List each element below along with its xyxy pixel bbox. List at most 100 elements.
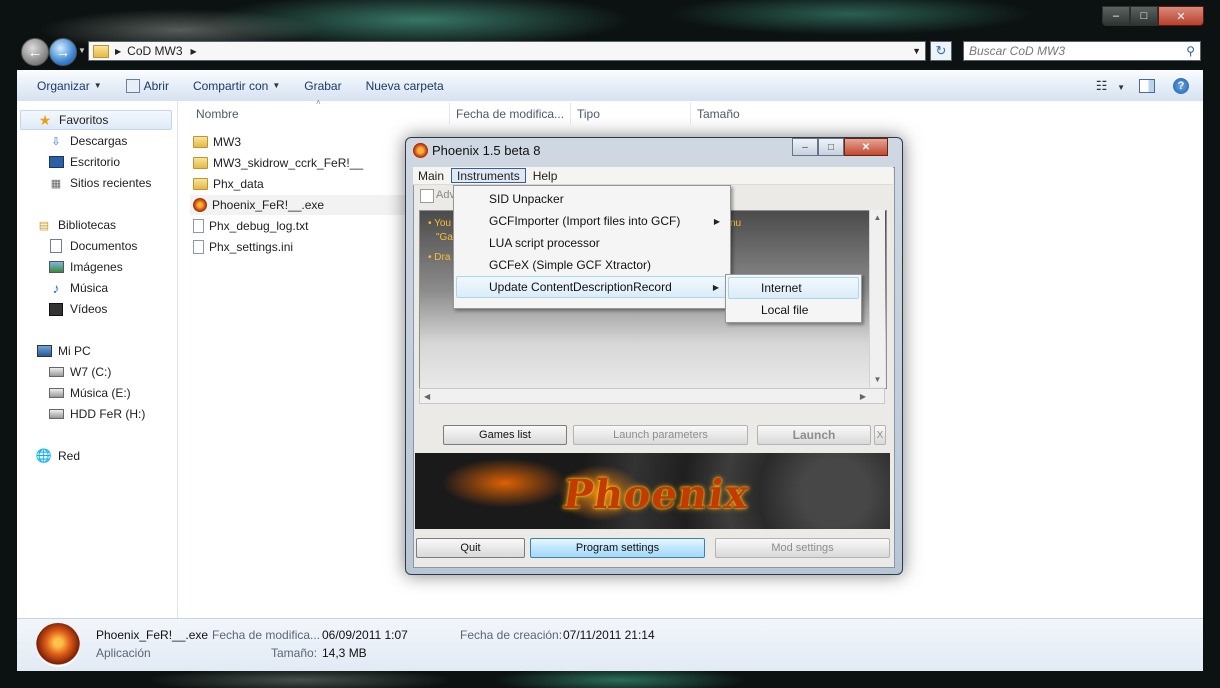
share-button[interactable]: Compartir con ▼ bbox=[181, 79, 292, 93]
column-divider[interactable] bbox=[449, 103, 450, 124]
scroll-left-icon[interactable]: ◀ bbox=[424, 392, 430, 401]
nav-videos[interactable]: Vídeos bbox=[48, 299, 107, 319]
nav-desktop[interactable]: Escritorio bbox=[48, 152, 120, 172]
star-icon: ★ bbox=[38, 111, 52, 128]
details-type: Aplicación bbox=[96, 646, 151, 660]
burn-button[interactable]: Grabar bbox=[292, 79, 353, 93]
view-options-icon[interactable]: ☷ ▼ bbox=[1096, 78, 1125, 94]
back-button[interactable]: ← bbox=[21, 38, 49, 66]
nav-network-label: Red bbox=[58, 449, 81, 463]
advanced-checkbox[interactable] bbox=[420, 189, 434, 203]
nav-recent-label: Sitios recientes bbox=[70, 176, 152, 190]
address-dropdown-icon[interactable]: ▼ bbox=[912, 46, 921, 56]
breadcrumb-current[interactable]: CoD MW3 bbox=[127, 44, 182, 58]
menu-main[interactable]: Main bbox=[413, 168, 449, 183]
column-header-size[interactable]: Tamaño bbox=[697, 103, 797, 124]
search-icon[interactable]: ⚲ bbox=[1186, 44, 1195, 58]
file-row[interactable]: Phx_data bbox=[193, 174, 264, 194]
mod-settings-button[interactable]: Mod settings bbox=[715, 538, 890, 558]
phoenix-menubar: Main Instruments Help bbox=[413, 167, 893, 185]
menu-item-lua-processor[interactable]: LUA script processor bbox=[456, 232, 728, 254]
log-horizontal-scrollbar[interactable]: ◀ ▶ bbox=[419, 388, 885, 404]
music-note-icon: ♪ bbox=[52, 280, 60, 296]
phoenix-close-button[interactable]: ✕ bbox=[844, 138, 888, 156]
menu-item-sid-unpacker[interactable]: SID Unpacker bbox=[456, 188, 728, 210]
column-header-modified[interactable]: Fecha de modifica... bbox=[456, 103, 568, 124]
column-divider[interactable] bbox=[690, 103, 691, 124]
launch-parameters-button[interactable]: Launch parameters bbox=[573, 425, 748, 445]
close-button[interactable]: ✕ bbox=[1158, 6, 1204, 26]
nav-drive-c[interactable]: W7 (C:) bbox=[48, 362, 111, 382]
submenu-arrow-icon: ▶ bbox=[712, 282, 719, 292]
details-filename: Phoenix_FeR!__.exe bbox=[96, 628, 209, 642]
nav-network[interactable]: 🌐 Red bbox=[36, 446, 80, 466]
nav-downloads[interactable]: ⇩ Descargas bbox=[48, 131, 127, 151]
nav-drive-e[interactable]: Música (E:) bbox=[48, 383, 131, 403]
menu-item-gcfimporter[interactable]: GCFImporter (Import files into GCF) ▶ bbox=[456, 210, 728, 232]
breadcrumb-separator-icon: ▶ bbox=[115, 46, 122, 56]
scroll-up-icon[interactable]: ▲ bbox=[874, 213, 882, 222]
folder-icon bbox=[93, 44, 109, 58]
column-header-type[interactable]: Tipo bbox=[577, 103, 687, 124]
recent-pages-chevron-icon[interactable]: ▼ bbox=[78, 46, 86, 55]
file-row[interactable]: MW3 bbox=[193, 132, 241, 152]
file-row-selected[interactable]: Phoenix_FeR!__.exe bbox=[190, 195, 410, 215]
scroll-down-icon[interactable]: ▼ bbox=[874, 375, 882, 384]
file-row[interactable]: MW3_skidrow_ccrk_FeR!__ bbox=[193, 153, 363, 173]
menu-item-update-cdr[interactable]: Update ContentDescriptionRecord ▶ bbox=[456, 276, 728, 298]
details-modified-value: 06/09/2011 1:07 bbox=[322, 628, 408, 642]
nav-documents[interactable]: Documentos bbox=[48, 236, 137, 256]
organize-button[interactable]: Organizar ▼ bbox=[17, 79, 114, 93]
nav-libraries[interactable]: ▤ Bibliotecas bbox=[36, 215, 116, 235]
open-label: Abrir bbox=[143, 78, 169, 93]
images-icon bbox=[48, 260, 64, 274]
open-icon bbox=[125, 78, 140, 93]
window-controls: – □ ✕ bbox=[1102, 6, 1204, 26]
games-list-button[interactable]: Games list bbox=[443, 425, 567, 445]
preview-pane-icon[interactable] bbox=[1139, 78, 1155, 93]
help-icon[interactable]: ? bbox=[1173, 77, 1189, 94]
menu-item-internet[interactable]: Internet bbox=[728, 277, 859, 299]
forward-button[interactable]: → bbox=[49, 38, 77, 66]
file-row[interactable]: Phx_debug_log.txt bbox=[193, 216, 308, 236]
program-settings-button[interactable]: Program settings bbox=[530, 538, 705, 558]
file-name: MW3_skidrow_ccrk_FeR!__ bbox=[213, 156, 364, 170]
file-row[interactable]: Phx_settings.ini bbox=[193, 237, 293, 257]
phoenix-minimize-button[interactable]: – bbox=[792, 138, 818, 156]
menu-item-gcfex[interactable]: GCFeX (Simple GCF Xtractor) bbox=[456, 254, 728, 276]
navigation-pane: ★ Favoritos ⇩ Descargas Escritorio ▦ Sit… bbox=[17, 101, 178, 618]
address-bar[interactable]: ▶ CoD MW3 ▶ ▼ bbox=[88, 41, 926, 61]
nav-computer-label: Mi PC bbox=[58, 344, 91, 358]
nav-favorites[interactable]: ★ Favoritos bbox=[20, 110, 172, 130]
menu-item-local-file[interactable]: Local file bbox=[728, 299, 859, 321]
documents-icon bbox=[48, 239, 64, 253]
film-icon bbox=[48, 302, 64, 316]
open-button[interactable]: Abrir bbox=[114, 78, 181, 93]
phoenix-app-icon bbox=[36, 623, 80, 667]
scroll-right-icon[interactable]: ▶ bbox=[860, 392, 866, 401]
nav-drive-e-label: Música (E:) bbox=[70, 386, 131, 400]
menu-help[interactable]: Help bbox=[528, 168, 563, 183]
search-input[interactable]: Buscar CoD MW3 ⚲ bbox=[963, 41, 1201, 61]
nav-recent[interactable]: ▦ Sitios recientes bbox=[48, 173, 152, 193]
minimize-button[interactable]: – bbox=[1102, 6, 1130, 26]
x-button[interactable]: X bbox=[874, 425, 886, 445]
maximize-button[interactable]: □ bbox=[1130, 6, 1158, 26]
quit-button[interactable]: Quit bbox=[416, 538, 525, 558]
new-folder-label: Nueva carpeta bbox=[365, 78, 444, 93]
nav-music[interactable]: ♪ Música bbox=[48, 278, 109, 298]
column-header-name[interactable]: Nombre bbox=[196, 103, 446, 124]
menu-instruments[interactable]: Instruments bbox=[451, 168, 526, 183]
column-divider[interactable] bbox=[570, 103, 571, 124]
nav-computer[interactable]: Mi PC bbox=[36, 341, 91, 361]
menu-item-label: Update ContentDescriptionRecord bbox=[489, 280, 672, 294]
nav-images[interactable]: Imágenes bbox=[48, 257, 123, 277]
refresh-icon[interactable]: ↻ bbox=[930, 41, 952, 61]
nav-favorites-label: Favoritos bbox=[59, 113, 109, 127]
launch-button[interactable]: Launch bbox=[757, 425, 871, 445]
phoenix-maximize-button[interactable]: □ bbox=[818, 138, 844, 156]
nav-drive-h[interactable]: HDD FeR (H:) bbox=[48, 404, 145, 424]
log-vertical-scrollbar[interactable]: ▲ ▼ bbox=[869, 210, 885, 387]
new-folder-button[interactable]: Nueva carpeta bbox=[354, 79, 456, 93]
libraries-icon: ▤ bbox=[38, 219, 50, 232]
